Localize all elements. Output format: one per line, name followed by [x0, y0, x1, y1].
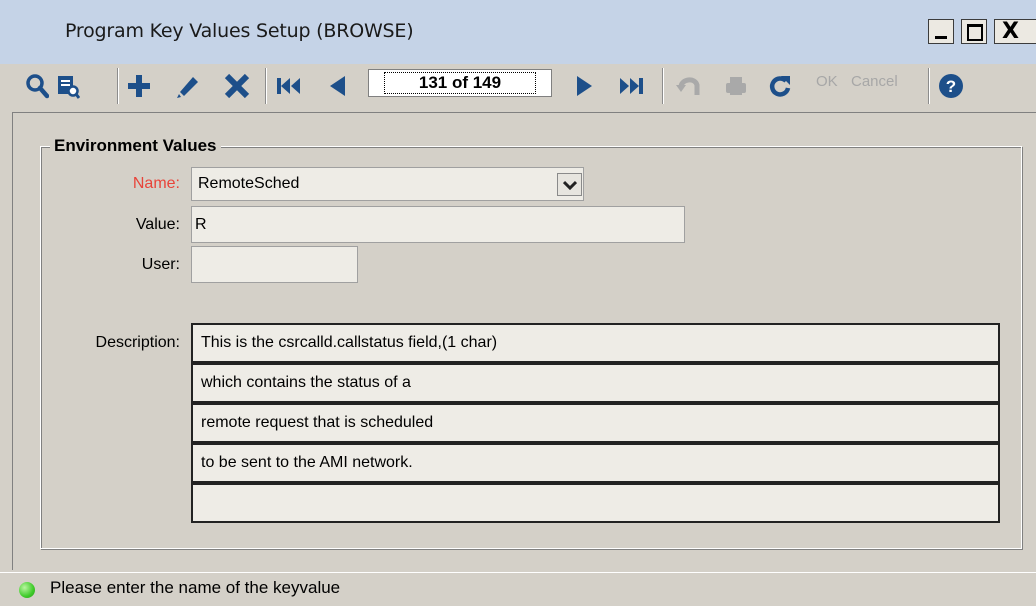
next-record-icon [577, 76, 592, 96]
chevron-down-icon [562, 180, 577, 190]
last-record-icon [620, 78, 643, 94]
delete-button[interactable] [220, 66, 254, 106]
status-message: Please enter the name of the keyvalue [50, 578, 341, 597]
previous-record-icon [330, 76, 345, 96]
refresh-button[interactable] [764, 66, 796, 106]
description-line-4[interactable]: to be sent to the AMI network. [191, 443, 1000, 483]
description-line-3[interactable]: remote request that is scheduled [191, 403, 1000, 443]
value-label: Value: [135, 216, 180, 233]
description-line-1[interactable]: This is the csrcalld.callstatus field,(1… [191, 323, 1000, 363]
last-record-button[interactable] [614, 66, 648, 106]
record-position-indicator: 131 of 149 [368, 69, 552, 97]
description-line-5[interactable] [191, 483, 1000, 523]
edit-icon [177, 77, 198, 98]
cancel-button[interactable]: Cancel [851, 73, 898, 90]
group-title: Environment Values [50, 136, 221, 156]
value-field[interactable]: R [191, 206, 685, 243]
delete-icon [224, 73, 250, 99]
name-dropdown-button[interactable] [557, 173, 582, 196]
name-select[interactable]: RemoteSched [191, 167, 584, 201]
ok-button[interactable]: OK [816, 73, 838, 90]
name-value: RemoteSched [198, 175, 300, 192]
refresh-icon [769, 76, 791, 97]
window-title: Program Key Values Setup (BROWSE) [65, 20, 414, 42]
next-record-button[interactable] [570, 66, 600, 106]
previous-record-button[interactable] [322, 66, 352, 106]
description-text: This is the csrcalld.callstatus field,(1… [201, 334, 498, 351]
description-text: which contains the status of a [201, 374, 411, 391]
print-icon [726, 77, 746, 95]
print-button[interactable] [720, 66, 752, 106]
first-record-icon [277, 78, 300, 94]
preview-icon [58, 76, 80, 99]
svg-text:?: ? [946, 77, 956, 96]
first-record-button[interactable] [272, 66, 306, 106]
description-text: to be sent to the AMI network. [201, 454, 413, 471]
value-text: R [195, 215, 207, 233]
user-label: User: [141, 256, 180, 273]
add-button[interactable] [124, 66, 154, 106]
undo-icon [676, 77, 700, 95]
edit-button[interactable] [171, 66, 203, 106]
add-icon [128, 75, 150, 97]
close-icon: X [1002, 19, 1019, 44]
description-label: Description: [95, 334, 180, 351]
search-button[interactable] [24, 66, 50, 106]
description-text: remote request that is scheduled [201, 414, 434, 431]
help-button[interactable]: ? [935, 66, 967, 106]
record-position-text: 131 of 149 [383, 72, 537, 94]
name-label: Name: [132, 175, 180, 192]
minimize-button[interactable] [928, 19, 954, 44]
preview-button[interactable] [54, 66, 82, 106]
user-field[interactable] [191, 246, 358, 283]
undo-button[interactable] [673, 66, 705, 106]
description-line-2[interactable]: which contains the status of a [191, 363, 1000, 403]
maximize-button[interactable] [961, 19, 987, 44]
close-button[interactable]: X [994, 19, 1036, 44]
help-icon: ? [939, 74, 963, 98]
search-icon [26, 74, 49, 99]
status-indicator-icon [19, 582, 35, 598]
